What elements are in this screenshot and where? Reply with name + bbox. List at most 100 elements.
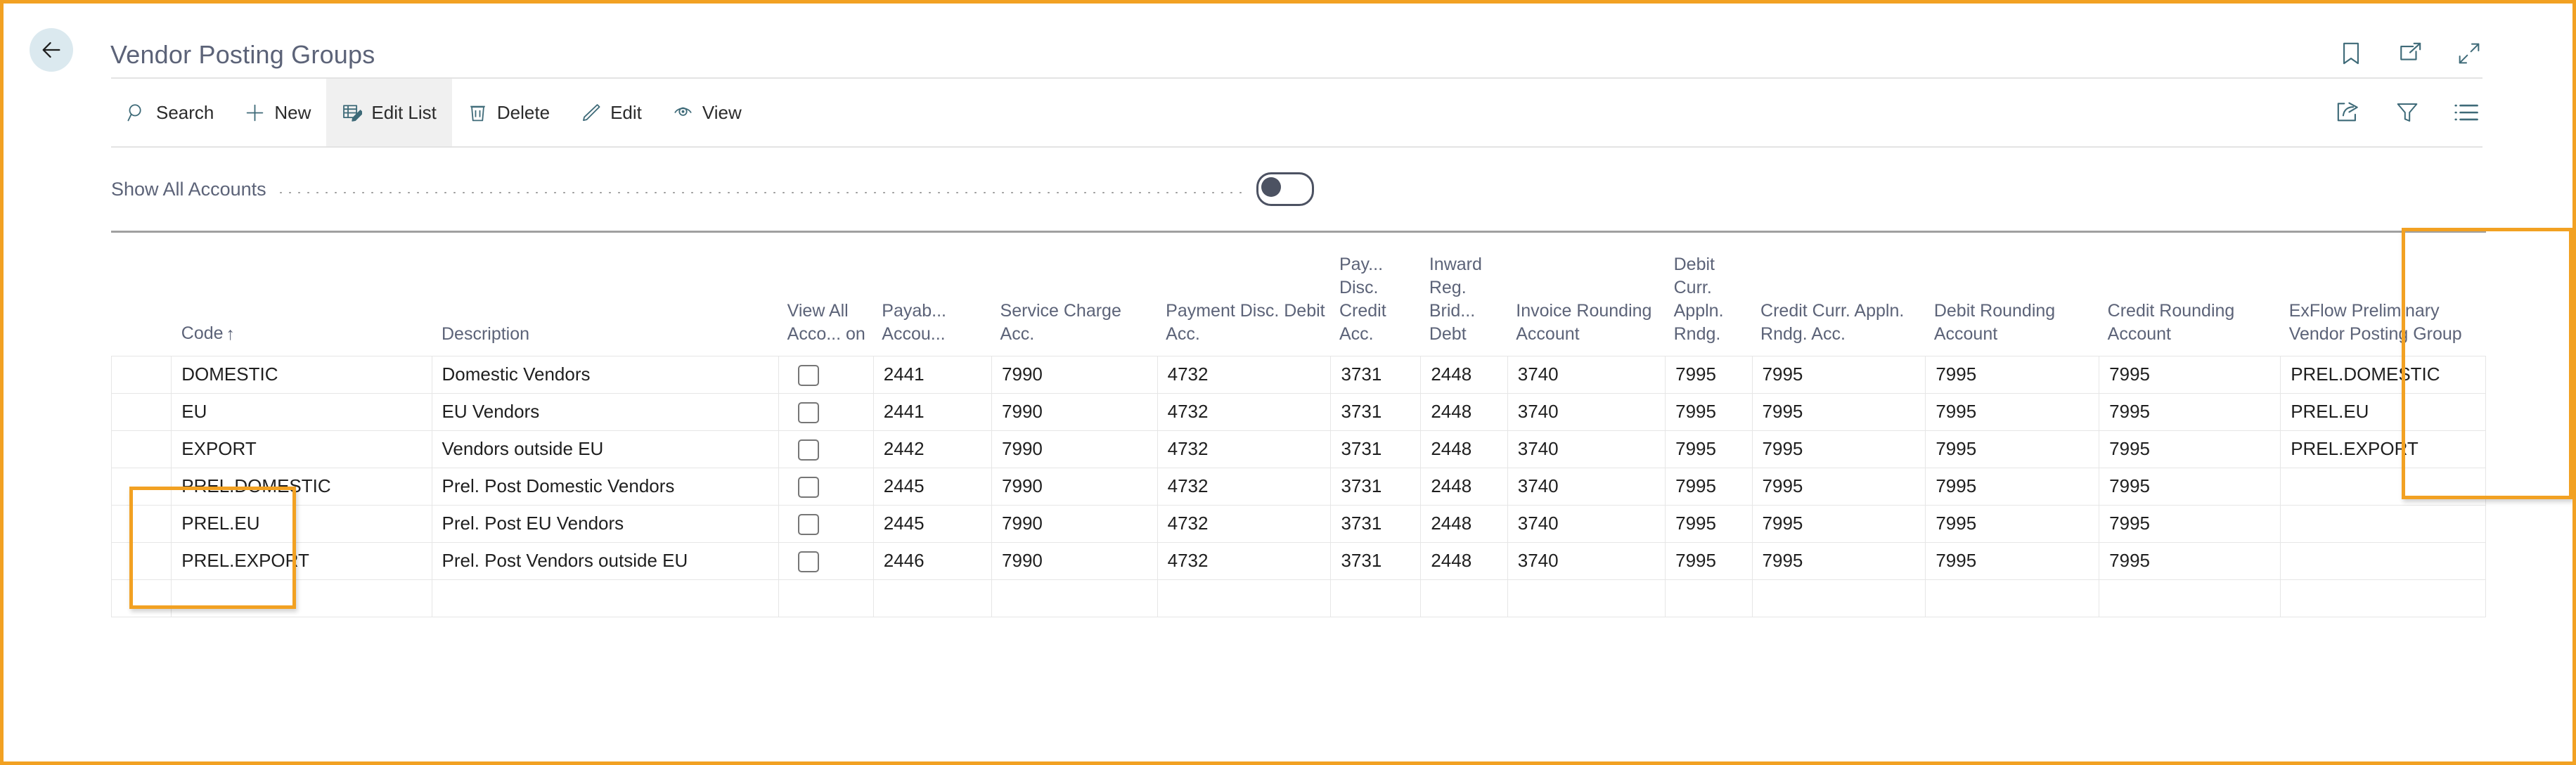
cell-debit_rounding_account[interactable]: [1925, 579, 2100, 617]
view-all-accounts-checkbox[interactable]: [798, 401, 820, 423]
cell-payables_account[interactable]: 2446: [872, 542, 993, 580]
cell-payment_disc_credit_acc[interactable]: 3731: [1330, 542, 1422, 580]
table-row[interactable]: [110, 579, 2486, 617]
cell-inward_reg_bridge_debt[interactable]: [1420, 579, 1508, 617]
search-button[interactable]: Search: [111, 79, 229, 146]
cell-inward_reg_bridge_debt[interactable]: 2448: [1420, 355, 1508, 394]
share-icon[interactable]: [2335, 99, 2362, 126]
view-all-accounts-checkbox[interactable]: [798, 513, 820, 535]
header-service-charge-acc[interactable]: Service Charge Acc.: [992, 233, 1158, 356]
cell-service_charge_acc[interactable]: 7990: [991, 393, 1158, 431]
cell-payment_disc_credit_acc[interactable]: 3731: [1330, 430, 1422, 468]
cell-debit_curr_appln_rndg[interactable]: 7995: [1665, 505, 1753, 543]
cell-code[interactable]: [171, 579, 432, 617]
cell-payment_disc_credit_acc[interactable]: 3731: [1330, 468, 1422, 506]
cell-debit_rounding_account[interactable]: 7995: [1925, 542, 2100, 580]
cell-description[interactable]: Vendors outside EU: [431, 430, 780, 468]
row-selector-cell[interactable]: [110, 393, 172, 431]
cell-payment_disc_debit_acc[interactable]: 4732: [1157, 505, 1332, 543]
cell-payment_disc_credit_acc[interactable]: 3731: [1330, 355, 1422, 394]
cell-inward_reg_bridge_debt[interactable]: 2448: [1420, 393, 1508, 431]
view-all-accounts-checkbox[interactable]: [798, 364, 820, 386]
header-payment-disc-debit-acc[interactable]: Payment Disc. Debit Acc.: [1157, 233, 1331, 356]
cell-code[interactable]: EU: [171, 393, 432, 431]
cell-inward_reg_bridge_debt[interactable]: 2448: [1420, 542, 1508, 580]
cell-inward_reg_bridge_debt[interactable]: 2448: [1420, 430, 1508, 468]
cell-debit_curr_appln_rndg[interactable]: 7995: [1665, 393, 1753, 431]
header-inward-reg-bridge-debt[interactable]: Inward Reg. Brid... Debt: [1421, 233, 1507, 356]
cell-payment_disc_credit_acc[interactable]: 3731: [1330, 505, 1422, 543]
cell-debit_curr_appln_rndg[interactable]: 7995: [1665, 430, 1753, 468]
cell-invoice_rounding_account[interactable]: [1507, 579, 1666, 617]
cell-inward_reg_bridge_debt[interactable]: 2448: [1420, 468, 1508, 506]
cell-view_all_accounts_on[interactable]: [778, 505, 874, 543]
cell-view_all_accounts_on[interactable]: [778, 579, 874, 617]
cell-description[interactable]: Domestic Vendors: [431, 355, 780, 394]
cell-payment_disc_debit_acc[interactable]: 4732: [1157, 393, 1332, 431]
view-all-accounts-checkbox[interactable]: [798, 476, 820, 498]
view-all-accounts-checkbox[interactable]: [798, 551, 820, 572]
cell-payment_disc_debit_acc[interactable]: 4732: [1157, 468, 1332, 506]
row-selector-cell[interactable]: [110, 579, 172, 617]
header-exflow-prel-vendor-posting-group[interactable]: ExFlow Preliminary Vendor Posting Group: [2281, 233, 2486, 356]
header-payables-account[interactable]: Payab... Accou...: [873, 233, 991, 356]
bookmark-icon[interactable]: [2338, 40, 2364, 67]
cell-inward_reg_bridge_debt[interactable]: 2448: [1420, 505, 1508, 543]
table-row[interactable]: EXPORT Vendors outside EU 2442 7990 4732 3731…: [110, 430, 2486, 468]
cell-code[interactable]: EXPORT: [171, 430, 432, 468]
cell-description[interactable]: EU Vendors: [431, 393, 780, 431]
cell-payables_account[interactable]: 2442: [872, 430, 993, 468]
edit-list-button[interactable]: Edit List: [326, 79, 452, 146]
cell-exflow_prel_vendor_posting_group[interactable]: [2280, 542, 2486, 580]
cell-debit_curr_appln_rndg[interactable]: 7995: [1665, 542, 1753, 580]
cell-debit_rounding_account[interactable]: 7995: [1925, 430, 2100, 468]
cell-description[interactable]: Prel. Post Domestic Vendors: [431, 468, 780, 506]
cell-view_all_accounts_on[interactable]: [778, 542, 874, 580]
cell-payables_account[interactable]: 2441: [872, 355, 993, 394]
cell-invoice_rounding_account[interactable]: 3740: [1507, 505, 1666, 543]
cell-payables_account[interactable]: 2445: [872, 505, 993, 543]
cell-credit_curr_appln_rndg_acc[interactable]: 7995: [1751, 468, 1926, 506]
cell-view_all_accounts_on[interactable]: [778, 468, 874, 506]
row-selector-cell[interactable]: [110, 505, 172, 543]
cell-payables_account[interactable]: 2441: [872, 393, 993, 431]
cell-credit_rounding_account[interactable]: 7995: [2099, 505, 2281, 543]
cell-debit_rounding_account[interactable]: 7995: [1925, 505, 2100, 543]
cell-exflow_prel_vendor_posting_group[interactable]: [2280, 468, 2486, 506]
cell-invoice_rounding_account[interactable]: 3740: [1507, 542, 1666, 580]
cell-debit_rounding_account[interactable]: 7995: [1925, 355, 2100, 394]
header-debit-curr-appln-rndg[interactable]: Debit Curr. Appln. Rndg.: [1666, 233, 1752, 356]
cell-code[interactable]: PREL.DOMESTIC: [171, 468, 432, 506]
cell-credit_curr_appln_rndg_acc[interactable]: 7995: [1751, 430, 1926, 468]
cell-credit_curr_appln_rndg_acc[interactable]: [1751, 579, 1926, 617]
header-invoice-rounding-account[interactable]: Invoice Rounding Account: [1507, 233, 1665, 356]
header-code[interactable]: Code ↑: [172, 233, 432, 356]
cell-payment_disc_debit_acc[interactable]: 4732: [1157, 355, 1332, 394]
cell-debit_rounding_account[interactable]: 7995: [1925, 468, 2100, 506]
cell-exflow_prel_vendor_posting_group[interactable]: PREL.EU: [2280, 393, 2486, 431]
cell-service_charge_acc[interactable]: 7990: [991, 505, 1158, 543]
cell-credit_rounding_account[interactable]: 7995: [2099, 393, 2281, 431]
cell-debit_curr_appln_rndg[interactable]: 7995: [1665, 468, 1753, 506]
cell-view_all_accounts_on[interactable]: [778, 355, 874, 394]
cell-invoice_rounding_account[interactable]: 3740: [1507, 468, 1666, 506]
filter-icon[interactable]: [2394, 99, 2421, 126]
header-description[interactable]: Description: [432, 233, 779, 356]
cell-exflow_prel_vendor_posting_group[interactable]: [2280, 505, 2486, 543]
cell-description[interactable]: [431, 579, 780, 617]
cell-view_all_accounts_on[interactable]: [778, 393, 874, 431]
cell-payment_disc_debit_acc[interactable]: [1157, 579, 1332, 617]
header-view-all-accounts[interactable]: View All Acco... on: [779, 233, 874, 356]
cell-credit_rounding_account[interactable]: 7995: [2099, 430, 2281, 468]
cell-exflow_prel_vendor_posting_group[interactable]: PREL.DOMESTIC: [2280, 355, 2486, 394]
cell-credit_rounding_account[interactable]: 7995: [2099, 542, 2281, 580]
list-options-icon[interactable]: [2453, 99, 2480, 126]
cell-service_charge_acc[interactable]: 7990: [991, 542, 1158, 580]
view-button[interactable]: View: [657, 79, 757, 146]
cell-debit_curr_appln_rndg[interactable]: 7995: [1665, 355, 1753, 394]
cell-service_charge_acc[interactable]: 7990: [991, 430, 1158, 468]
cell-payment_disc_credit_acc[interactable]: [1330, 579, 1422, 617]
cell-view_all_accounts_on[interactable]: [778, 430, 874, 468]
table-row[interactable]: PREL.DOMESTIC Prel. Post Domestic Vendors…: [110, 468, 2486, 506]
cell-service_charge_acc[interactable]: 7990: [991, 355, 1158, 394]
